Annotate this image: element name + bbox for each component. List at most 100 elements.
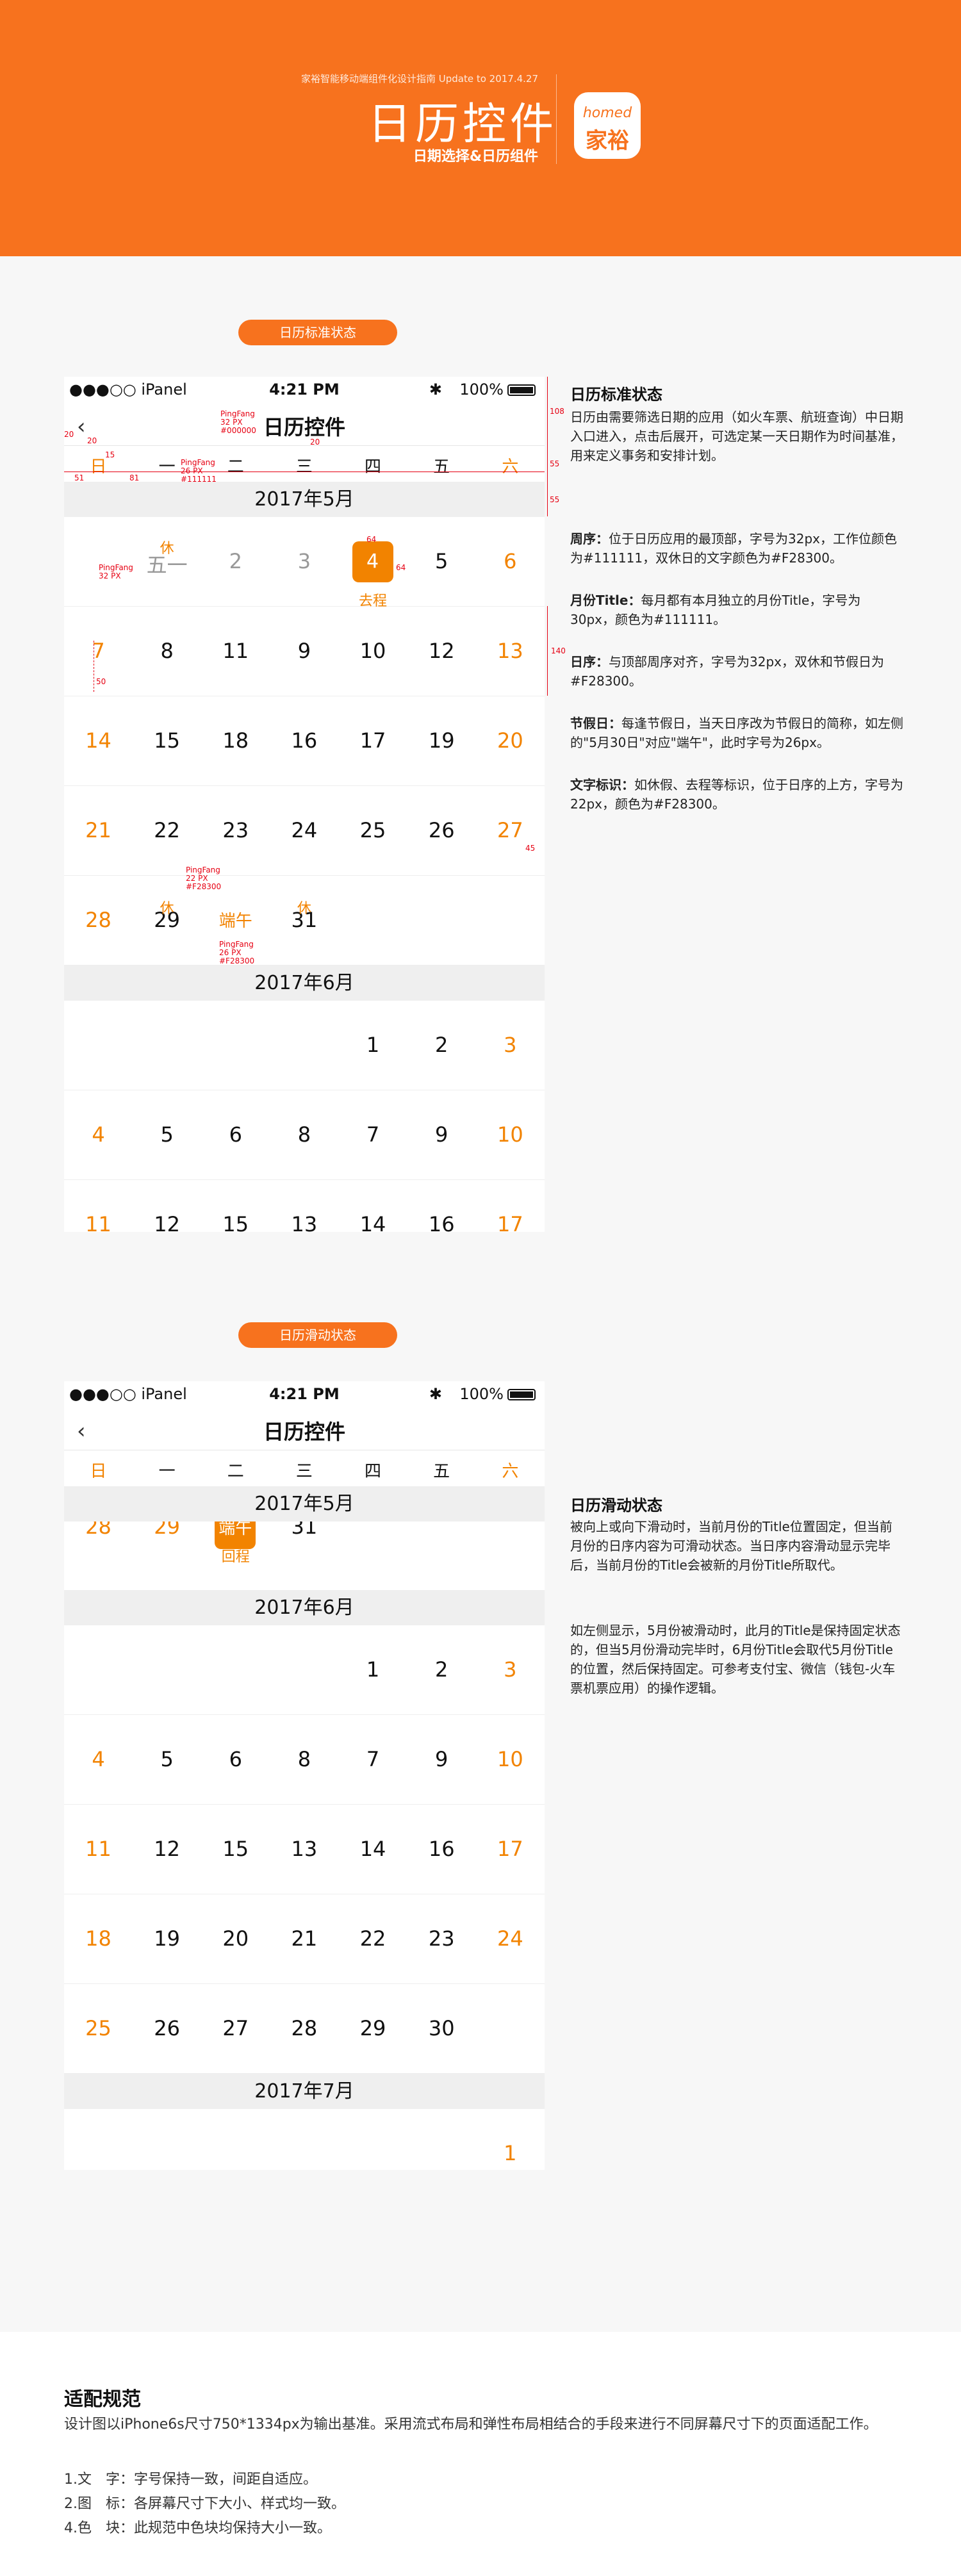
measure-50: 50: [96, 677, 106, 686]
calendar-day[interactable]: 18: [64, 1926, 133, 1951]
calendar-day[interactable]: 26: [133, 2016, 201, 2040]
calendar-day[interactable]: 9: [407, 1747, 476, 1771]
calendar-day[interactable]: 17: [476, 1212, 545, 1232]
calendar-day[interactable]: 20: [476, 728, 545, 753]
calendar-day[interactable]: 23: [201, 818, 270, 842]
calendar-day[interactable]: 7: [339, 1122, 407, 1147]
calendar-day[interactable]: 6: [201, 1747, 270, 1771]
header-subtitle: 家裕智能移动端组件化设计指南 Update to 2017.4.27: [300, 73, 538, 85]
calendar-day[interactable]: 8: [270, 1747, 338, 1771]
calendar-day[interactable]: 16: [407, 1837, 476, 1861]
nav-title: 日历控件: [263, 415, 345, 439]
calendar-day[interactable]: 11: [201, 639, 270, 663]
calendar-day[interactable]: 2: [407, 1657, 476, 1682]
calendar-day[interactable]: 18: [201, 728, 270, 753]
calendar-day[interactable]: 5: [407, 549, 476, 573]
weekday-6: 六: [502, 457, 519, 477]
calendar-day[interactable]: 5: [133, 1122, 201, 1147]
selected-day[interactable]: 4: [352, 541, 393, 582]
bluetooth-icon: ✱: [429, 381, 442, 398]
calendar-day[interactable]: 29: [339, 2016, 407, 2040]
measure-55b: 55: [550, 495, 560, 504]
calendar-day[interactable]: 16: [407, 1212, 476, 1232]
calendar-day[interactable]: 22: [133, 818, 201, 842]
calendar-day[interactable]: 13: [270, 1837, 338, 1861]
calendar-day[interactable]: 6: [476, 549, 545, 573]
calendar-day[interactable]: 30: [407, 2016, 476, 2040]
calendar-day[interactable]: 4: [64, 1122, 133, 1147]
measure-81: 81: [129, 473, 140, 482]
calendar-day[interactable]: 28: [64, 908, 133, 932]
calendar-day[interactable]: 27: [476, 818, 545, 842]
calendar-day[interactable]: 9: [270, 639, 338, 663]
calendar-day[interactable]: 22: [339, 1926, 407, 1951]
calendar-day[interactable]: 11: [64, 1212, 133, 1232]
weekday-3: 三: [295, 457, 313, 477]
calendar-day[interactable]: 7: [64, 639, 133, 663]
calendar-day[interactable]: 4: [64, 1747, 133, 1771]
nav-bar: ‹ 日历控件: [64, 402, 545, 446]
calendar-day[interactable]: 19: [407, 728, 476, 753]
footer-item-2: 2.图 标：各屏幕尺寸下大小、样式均一致。: [64, 2496, 345, 2512]
calendar-day[interactable]: 15: [201, 1212, 270, 1232]
calendar-day[interactable]: 2: [201, 549, 270, 573]
calendar-day[interactable]: 1: [339, 1033, 407, 1057]
battery-percent: 100%: [459, 381, 504, 398]
battery-icon: [507, 1389, 536, 1400]
calendar-day[interactable]: 23: [407, 1926, 476, 1951]
weekday-header: 日一二三四五六: [64, 1450, 545, 1486]
calendar-day[interactable]: 12: [133, 1212, 201, 1232]
calendar-day[interactable]: 端午: [201, 908, 270, 931]
calendar-day[interactable]: 28: [270, 2016, 338, 2040]
row-divider: [64, 1179, 545, 1180]
calendar-day[interactable]: 9: [407, 1122, 476, 1147]
calendar-day[interactable]: 8: [270, 1122, 338, 1147]
calendar-day[interactable]: 14: [339, 1212, 407, 1232]
para-week-body: 位于日历应用的最顶部，字号为32px，工作位颜色为#111111，双休日的文字颜…: [570, 531, 897, 566]
calendar-day[interactable]: 3: [270, 549, 338, 573]
calendar-day[interactable]: 3: [476, 1657, 545, 1682]
calendar-day[interactable]: 24: [270, 818, 338, 842]
calendar-day[interactable]: 13: [476, 639, 545, 663]
calendar-day[interactable]: 20: [201, 1926, 270, 1951]
row-divider: [64, 1983, 545, 1984]
calendar-day[interactable]: 25: [339, 818, 407, 842]
calendar-day[interactable]: 17: [476, 1837, 545, 1861]
month-title: 2017年6月: [64, 965, 545, 1001]
calendar-day[interactable]: 7: [339, 1747, 407, 1771]
footer-title: 适配规范: [64, 2388, 141, 2411]
calendar-day[interactable]: 15: [133, 728, 201, 753]
calendar-day[interactable]: 3: [476, 1033, 545, 1057]
section-pill-standard: 日历标准状态: [238, 320, 397, 345]
calendar-day[interactable]: 19: [133, 1926, 201, 1951]
calendar-day[interactable]: 17: [339, 728, 407, 753]
holiday-xiu-label: 休: [297, 901, 311, 917]
calendar-day[interactable]: 5: [133, 1747, 201, 1771]
calendar-day[interactable]: 10: [339, 639, 407, 663]
para-holiday-head: 节假日：: [570, 716, 621, 731]
calendar-day[interactable]: 11: [64, 1837, 133, 1861]
right-para-holiday: 节假日：每逢节假日，当天日序改为节假日的简称，如左侧的"5月30日"对应"端午"…: [570, 714, 903, 752]
calendar-day[interactable]: 21: [270, 1926, 338, 1951]
calendar-day[interactable]: 1: [339, 1657, 407, 1682]
calendar-day[interactable]: 16: [270, 728, 338, 753]
calendar-day[interactable]: 1: [476, 2141, 545, 2165]
calendar-day[interactable]: 10: [476, 1122, 545, 1147]
measure-51: 51: [74, 473, 85, 482]
calendar-day[interactable]: 27: [201, 2016, 270, 2040]
calendar-day[interactable]: 26: [407, 818, 476, 842]
calendar-day[interactable]: 21: [64, 818, 133, 842]
calendar-day[interactable]: 8: [133, 639, 201, 663]
weekday-4: 四: [365, 457, 382, 477]
calendar-day[interactable]: 14: [339, 1837, 407, 1861]
calendar-day[interactable]: 25: [64, 2016, 133, 2040]
calendar-day[interactable]: 12: [133, 1837, 201, 1861]
calendar-day[interactable]: 12: [407, 639, 476, 663]
calendar-day[interactable]: 24: [476, 1926, 545, 1951]
calendar-day[interactable]: 6: [201, 1122, 270, 1147]
calendar-day[interactable]: 10: [476, 1747, 545, 1771]
calendar-day[interactable]: 13: [270, 1212, 338, 1232]
calendar-day[interactable]: 15: [201, 1837, 270, 1861]
calendar-day[interactable]: 2: [407, 1033, 476, 1057]
calendar-day[interactable]: 14: [64, 728, 133, 753]
